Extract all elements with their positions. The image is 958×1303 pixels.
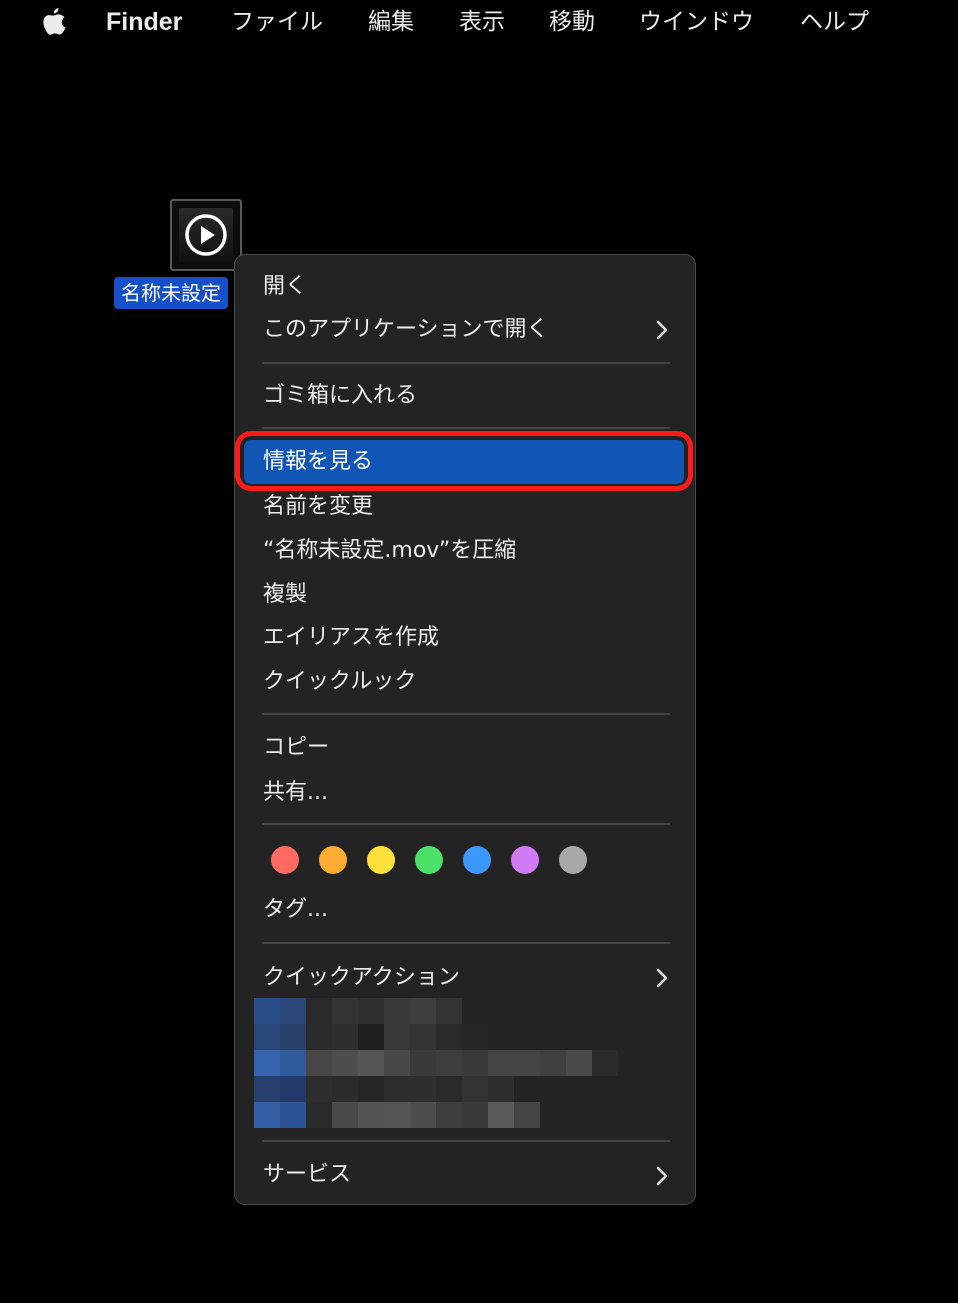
menu-item-services[interactable]: サービス	[263, 1160, 351, 1190]
menu-item-make-alias[interactable]: エイリアスを作成	[263, 623, 439, 653]
chevron-right-icon	[656, 1166, 668, 1186]
menu-item-tags[interactable]: タグ...	[263, 895, 328, 925]
menu-finder[interactable]: Finder	[106, 8, 182, 36]
redacted-pixel	[306, 1024, 332, 1050]
menu-file[interactable]: ファイル	[231, 8, 323, 36]
tag-red-dot[interactable]	[271, 846, 299, 874]
redacted-pixel	[462, 1076, 488, 1102]
redacted-pixel	[280, 1024, 306, 1050]
redacted-pixel	[254, 1024, 280, 1050]
redacted-pixel	[436, 1050, 462, 1076]
redacted-quick-actions	[254, 998, 624, 1128]
redacted-pixel	[410, 1076, 436, 1102]
context-menu: 開く このアプリケーションで開く ゴミ箱に入れる 情報を見る 名前を変更 “名称…	[234, 254, 696, 1205]
redacted-pixel	[436, 1024, 462, 1050]
redacted-pixel	[462, 1024, 488, 1050]
redacted-pixel	[514, 1050, 540, 1076]
redacted-pixel	[384, 1102, 410, 1128]
redacted-pixel	[280, 1050, 306, 1076]
redacted-pixel	[384, 1024, 410, 1050]
redacted-pixel	[436, 1102, 462, 1128]
redacted-pixel	[384, 1050, 410, 1076]
tag-green-dot[interactable]	[415, 846, 443, 874]
menu-separator	[262, 362, 670, 364]
tag-blue-dot[interactable]	[463, 846, 491, 874]
redacted-pixel	[540, 1050, 566, 1076]
movie-thumbnail	[170, 199, 242, 271]
redacted-pixel	[514, 1102, 540, 1128]
menu-item-quick-look[interactable]: クイックルック	[263, 667, 416, 697]
redacted-pixel	[358, 998, 384, 1024]
menu-edit[interactable]: 編集	[368, 8, 414, 36]
tag-yellow-dot[interactable]	[367, 846, 395, 874]
menu-help[interactable]: ヘルプ	[800, 8, 869, 36]
apple-logo-icon[interactable]	[38, 6, 68, 40]
redacted-pixel	[254, 998, 280, 1024]
redacted-pixel	[254, 1076, 280, 1102]
redacted-pixel	[410, 1024, 436, 1050]
tag-purple-dot[interactable]	[511, 846, 539, 874]
redacted-pixel	[436, 998, 462, 1024]
redacted-pixel	[358, 1076, 384, 1102]
redacted-pixel	[254, 1050, 280, 1076]
thumbnail-frame	[179, 208, 233, 262]
redacted-pixel	[358, 1050, 384, 1076]
menu-item-share[interactable]: 共有...	[263, 778, 328, 808]
redacted-pixel	[358, 1024, 384, 1050]
menu-separator	[262, 713, 670, 715]
menu-item-open-with[interactable]: このアプリケーションで開く	[263, 315, 549, 345]
annotation-highlight-box	[235, 431, 693, 491]
redacted-pixel	[306, 1102, 332, 1128]
redacted-pixel	[306, 1050, 332, 1076]
menu-separator	[262, 1140, 670, 1142]
redacted-pixel	[280, 1076, 306, 1102]
tag-gray-dot[interactable]	[559, 846, 587, 874]
redacted-pixel	[488, 1076, 514, 1102]
redacted-pixel	[280, 1102, 306, 1128]
redacted-pixel	[488, 1102, 514, 1128]
tag-orange-dot[interactable]	[319, 846, 347, 874]
menu-item-rename[interactable]: 名前を変更	[263, 492, 373, 522]
redacted-pixel	[358, 1102, 384, 1128]
redacted-pixel	[384, 1076, 410, 1102]
menu-item-move-to-trash[interactable]: ゴミ箱に入れる	[263, 381, 417, 411]
redacted-pixel	[332, 1102, 358, 1128]
menu-separator	[262, 427, 670, 429]
chevron-right-icon	[656, 968, 668, 988]
redacted-pixel	[592, 1050, 618, 1076]
chevron-right-icon	[656, 320, 668, 340]
redacted-pixel	[566, 1050, 592, 1076]
menu-separator	[262, 823, 670, 825]
redacted-pixel	[436, 1076, 462, 1102]
redacted-pixel	[410, 1050, 436, 1076]
redacted-pixel	[280, 998, 306, 1024]
redacted-pixel	[462, 1050, 488, 1076]
redacted-pixel	[384, 998, 410, 1024]
redacted-pixel	[410, 1102, 436, 1128]
redacted-pixel	[332, 998, 358, 1024]
redacted-pixel	[488, 1050, 514, 1076]
menu-item-quick-actions[interactable]: クイックアクション	[263, 963, 460, 993]
redacted-pixel	[332, 1024, 358, 1050]
file-name-label[interactable]: 名称未設定	[114, 277, 228, 309]
menu-item-duplicate[interactable]: 複製	[263, 580, 307, 610]
redacted-pixel	[306, 998, 332, 1024]
movie-file-icon[interactable]	[170, 199, 242, 271]
redacted-pixel	[332, 1076, 358, 1102]
redacted-pixel	[410, 998, 436, 1024]
redacted-pixel	[254, 1102, 280, 1128]
menu-bar: Finder ファイル 編集 表示 移動 ウインドウ ヘルプ	[0, 0, 958, 46]
menu-go[interactable]: 移動	[549, 8, 595, 36]
redacted-pixel	[306, 1076, 332, 1102]
redacted-pixel	[462, 1102, 488, 1128]
redacted-pixel	[332, 1050, 358, 1076]
menu-item-open[interactable]: 開く	[263, 272, 307, 302]
menu-view[interactable]: 表示	[459, 8, 505, 36]
menu-window[interactable]: ウインドウ	[639, 8, 754, 36]
play-icon	[185, 214, 227, 256]
menu-item-copy[interactable]: コピー	[263, 733, 329, 763]
menu-item-compress[interactable]: “名称未設定.mov”を圧縮	[263, 536, 516, 566]
menu-separator	[262, 942, 670, 944]
